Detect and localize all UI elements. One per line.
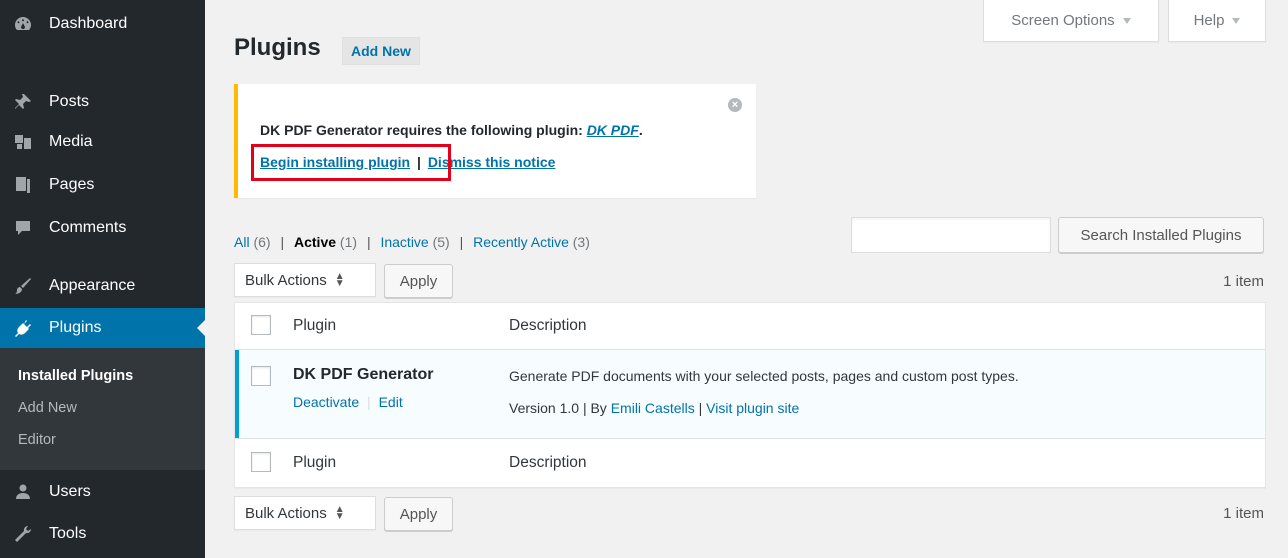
plugins-submenu: Installed Plugins Add New Editor xyxy=(0,348,205,470)
admin-sidebar: Dashboard Posts Media Pages Comments App… xyxy=(0,0,205,558)
admin-notice: × DK PDF Generator requires the followin… xyxy=(234,84,756,198)
notice-message: DK PDF Generator requires the following … xyxy=(260,122,643,138)
sidebar-item-label: Comments xyxy=(49,219,127,236)
media-icon xyxy=(12,131,34,153)
sidebar-item-label: Appearance xyxy=(49,277,136,294)
screen-options-button[interactable]: Screen Options xyxy=(983,0,1159,42)
sidebar-item-label: Users xyxy=(49,483,91,500)
filter-active[interactable]: Active (1) xyxy=(294,234,357,250)
item-count-bottom: 1 item xyxy=(1223,505,1264,522)
select-arrows-icon: ▲ ▼ xyxy=(334,504,345,522)
sidebar-item-tools[interactable]: Tools xyxy=(0,514,205,554)
bulk-actions-select-bottom[interactable]: Bulk Actions ▲ ▼ xyxy=(234,496,376,530)
visit-plugin-site-link[interactable]: Visit plugin site xyxy=(706,400,799,416)
filter-recent-count: (3) xyxy=(572,234,590,250)
bulk-actions-label: Bulk Actions xyxy=(245,504,327,522)
filter-all-count: (6) xyxy=(253,234,271,250)
sidebar-item-appearance[interactable]: Appearance xyxy=(0,266,205,306)
filter-active-label: Active xyxy=(294,234,337,250)
sidebar-item-dashboard[interactable]: Dashboard xyxy=(0,4,205,44)
triangle-down-icon xyxy=(1232,17,1241,24)
plugin-status-filters: All (6) | Active (1) | Inactive (5) | Re… xyxy=(234,234,590,250)
bulk-actions-label: Bulk Actions xyxy=(245,271,327,289)
submenu-add-new[interactable]: Add New xyxy=(18,400,77,416)
sidebar-item-label: Pages xyxy=(49,176,95,193)
sidebar-item-plugins[interactable]: Plugins xyxy=(0,308,205,348)
submenu-installed-plugins[interactable]: Installed Plugins xyxy=(18,368,133,384)
search-installed-plugins-button[interactable]: Search Installed Plugins xyxy=(1058,217,1264,253)
pin-icon xyxy=(12,91,34,113)
table-header-row: Plugin Description xyxy=(235,303,1265,349)
triangle-down-icon xyxy=(1122,17,1131,24)
select-all-checkbox[interactable] xyxy=(251,315,271,335)
add-new-button[interactable]: Add New xyxy=(342,37,420,65)
help-button[interactable]: Help xyxy=(1168,0,1266,42)
sidebar-item-media[interactable]: Media xyxy=(0,122,205,162)
row-actions: Deactivate | Edit xyxy=(293,394,403,410)
sidebar-item-users[interactable]: Users xyxy=(0,472,205,512)
table-footer-row: Plugin Description xyxy=(235,439,1265,487)
required-plugin-link[interactable]: DK PDF xyxy=(587,122,639,138)
sidebar-item-label: Posts xyxy=(49,93,90,110)
wrench-icon xyxy=(12,523,34,545)
plugin-name: DK PDF Generator xyxy=(293,366,434,383)
row-action-separator: | xyxy=(367,394,371,410)
filter-separator: | xyxy=(280,234,285,250)
table-row: DK PDF Generator Deactivate | Edit Gener… xyxy=(235,350,1265,438)
item-count-top: 1 item xyxy=(1223,273,1264,290)
filter-inactive-label: Inactive xyxy=(380,234,429,250)
sidebar-item-label: Plugins xyxy=(49,319,102,336)
bulk-actions-select-top[interactable]: Bulk Actions ▲ ▼ xyxy=(234,263,376,297)
highlight-box xyxy=(251,144,451,181)
search-plugins-input[interactable] xyxy=(851,217,1051,253)
sidebar-item-pages[interactable]: Pages xyxy=(0,165,205,205)
notice-period: . xyxy=(638,122,643,138)
filter-inactive[interactable]: Inactive (5) xyxy=(380,234,449,250)
help-label: Help xyxy=(1193,12,1225,29)
column-footer-plugin: Plugin xyxy=(293,454,337,471)
sidebar-item-label: Media xyxy=(49,133,93,150)
apply-button-bottom[interactable]: Apply xyxy=(384,497,453,531)
plugin-meta: Version 1.0 | By Emili Castells | Visit … xyxy=(509,400,799,416)
screen-options-label: Screen Options xyxy=(1011,12,1115,29)
filter-active-count: (1) xyxy=(339,234,358,250)
select-arrows-icon: ▲ ▼ xyxy=(334,271,345,289)
deactivate-link[interactable]: Deactivate xyxy=(293,394,359,410)
submenu-editor[interactable]: Editor xyxy=(18,432,56,448)
sidebar-item-comments[interactable]: Comments xyxy=(0,208,205,248)
column-header-description: Description xyxy=(509,317,587,334)
meta-separator: | xyxy=(694,400,707,416)
plugin-description: Generate PDF documents with your selecte… xyxy=(509,368,1019,384)
column-footer-description: Description xyxy=(509,454,587,471)
current-menu-arrow xyxy=(197,320,205,336)
author-link[interactable]: Emili Castells xyxy=(611,400,695,416)
pages-icon xyxy=(12,174,34,196)
filter-separator: | xyxy=(459,234,464,250)
plugins-table: Plugin Description DK PDF Generator Deac… xyxy=(234,302,1266,488)
filter-recent-label: Recently Active xyxy=(473,234,569,250)
row-checkbox[interactable] xyxy=(251,366,271,386)
brush-icon xyxy=(12,275,34,297)
plugin-icon xyxy=(12,317,34,339)
apply-button-top[interactable]: Apply xyxy=(384,264,453,298)
filter-recently-active[interactable]: Recently Active (3) xyxy=(473,234,590,250)
users-icon xyxy=(12,481,34,503)
filter-all[interactable]: All (6) xyxy=(234,234,271,250)
page-title: Plugins xyxy=(234,34,321,61)
sidebar-item-label: Dashboard xyxy=(49,15,128,32)
dashboard-icon xyxy=(12,13,34,35)
filter-all-label: All xyxy=(234,234,250,250)
dismiss-icon[interactable]: × xyxy=(728,98,742,112)
filter-separator: | xyxy=(366,234,371,250)
comment-icon xyxy=(12,217,34,239)
filter-inactive-count: (5) xyxy=(432,234,450,250)
edit-link[interactable]: Edit xyxy=(379,394,403,410)
sidebar-item-posts[interactable]: Posts xyxy=(0,82,205,122)
plugin-version: Version 1.0 | By xyxy=(509,400,611,416)
sidebar-item-label: Tools xyxy=(49,525,87,542)
column-header-plugin: Plugin xyxy=(293,317,337,334)
notice-text: DK PDF Generator requires the following … xyxy=(260,122,587,138)
select-all-checkbox-footer[interactable] xyxy=(251,452,271,472)
